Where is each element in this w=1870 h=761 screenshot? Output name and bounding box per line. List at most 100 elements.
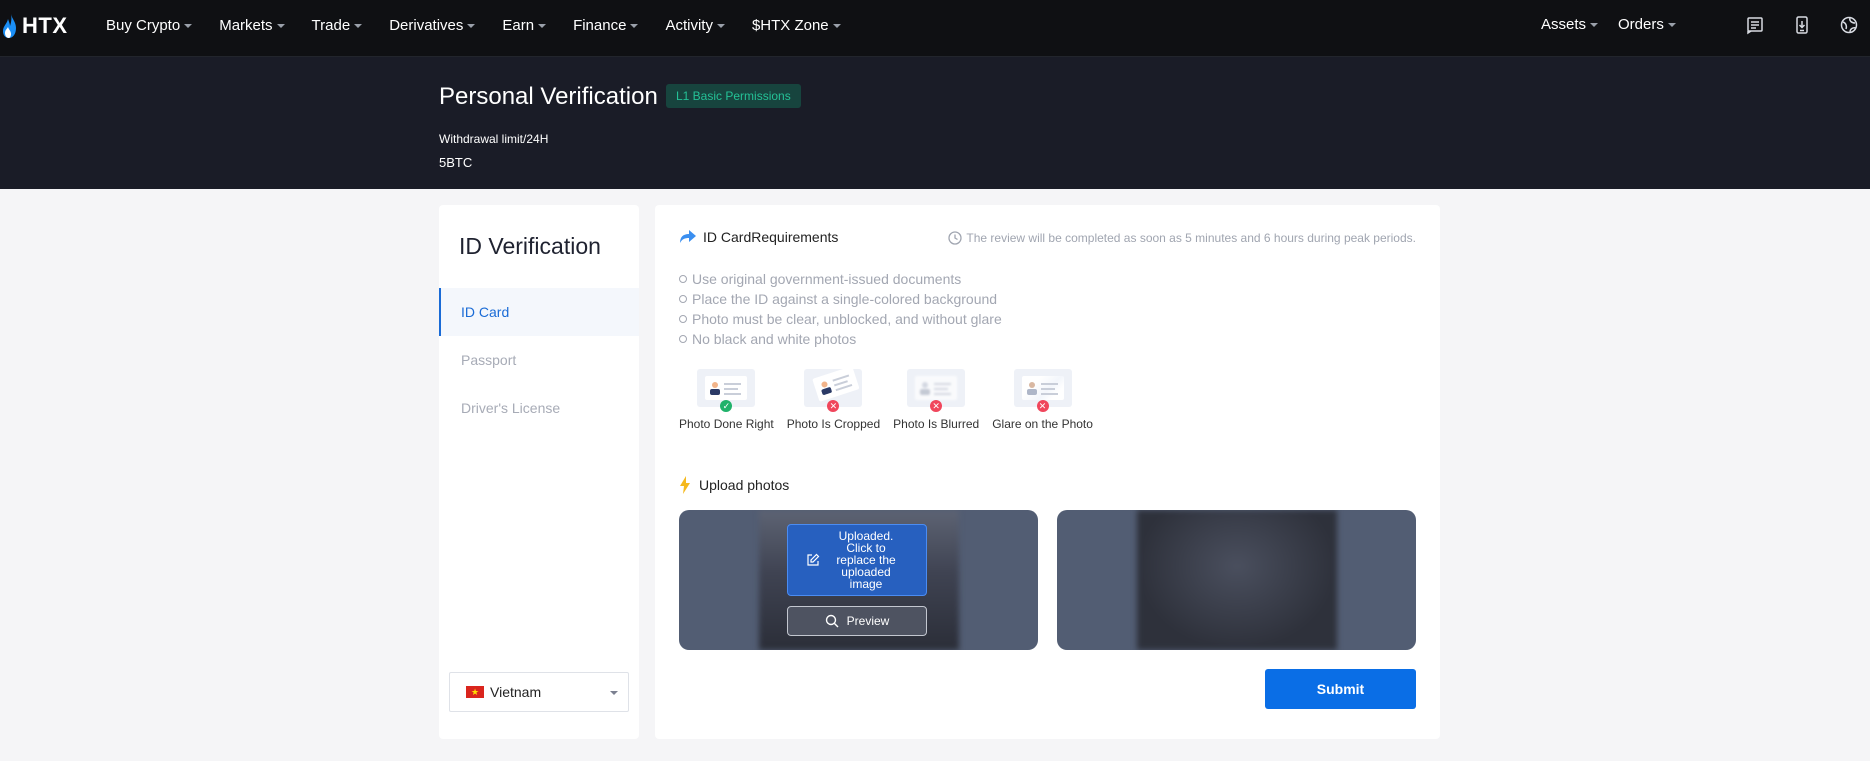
nav-buy-crypto-label: Buy Crypto (106, 16, 181, 34)
sidebar-item-label: Passport (461, 352, 517, 368)
chevron-down-icon (538, 23, 547, 28)
share-arrow-icon (680, 230, 696, 243)
language-globe-icon[interactable] (1838, 14, 1860, 36)
uploaded-image-thumbnail (1137, 510, 1337, 650)
htx-logo[interactable]: HTX (2, 12, 68, 40)
id-front-upload[interactable]: Uploaded. Click to replace the uploaded … (679, 510, 1038, 650)
nav-finance-label: Finance (573, 16, 627, 34)
list-item: Use original government-issued documents (679, 269, 1002, 289)
clock-icon (948, 231, 963, 245)
id-card-sample-image: ✕ (1013, 369, 1072, 412)
upload-title: Upload photos (699, 477, 790, 493)
edit-icon (807, 553, 820, 566)
cross-icon: ✕ (930, 400, 943, 412)
person-icon (920, 382, 931, 395)
nav-markets[interactable]: Markets (219, 16, 285, 34)
chevron-down-icon (1590, 23, 1599, 27)
nav-assets[interactable]: Assets (1541, 16, 1599, 33)
id-card-sample-image: ✕ (804, 366, 863, 412)
sidebar-item-label: ID Card (461, 304, 510, 320)
top-navigation: HTX Buy Crypto Markets Trade Derivatives… (0, 0, 1870, 57)
logo-text: HTX (22, 13, 68, 38)
sample-label: Photo Is Cropped (786, 417, 881, 431)
chevron-down-icon (184, 23, 193, 28)
list-item: Place the ID against a single-colored ba… (679, 289, 1002, 309)
nav-assets-label: Assets (1541, 16, 1587, 33)
search-icon (825, 614, 839, 628)
sample-photo-done-right: ✓ Photo Done Right (679, 369, 774, 431)
nav-trade[interactable]: Trade (312, 17, 363, 34)
country-select[interactable]: ★ Vietnam (449, 672, 629, 712)
id-back-upload[interactable] (1057, 510, 1416, 650)
chevron-down-icon (630, 23, 639, 28)
chevron-down-icon (467, 23, 476, 28)
nav-htx-zone-label: $HTX Zone (751, 16, 829, 34)
nav-derivatives-label: Derivatives (389, 16, 464, 34)
requirements-list: Use original government-issued documents… (679, 269, 1002, 349)
withdrawal-limit-label: Withdrawal limit/24H (439, 132, 549, 146)
announcement-icon[interactable] (1744, 14, 1766, 36)
nav-orders[interactable]: Orders (1618, 16, 1676, 33)
sample-photo-cropped: ✕ Photo Is Cropped (786, 366, 881, 431)
country-value: Vietnam (490, 684, 542, 700)
review-time-note: The review will be completed as soon as … (948, 231, 1416, 245)
nav-orders-label: Orders (1618, 16, 1664, 33)
download-app-icon[interactable] (1791, 14, 1813, 36)
nav-earn-label: Earn (502, 16, 535, 34)
submit-button[interactable]: Submit (1265, 669, 1416, 709)
verification-header: Personal Verification L1 Basic Permissio… (0, 57, 1870, 189)
nav-trade-label: Trade (311, 16, 351, 34)
page-title: Personal Verification (439, 83, 658, 110)
cross-icon: ✕ (827, 400, 840, 412)
upload-heading: Upload photos (679, 476, 789, 494)
vietnam-flag-icon: ★ (466, 686, 484, 698)
chevron-down-icon (610, 691, 618, 695)
chevron-down-icon (716, 23, 725, 28)
main-menu: Buy Crypto Markets Trade Derivatives Ear… (106, 0, 868, 50)
id-card-upload-panel: ID CardRequirements The review will be c… (655, 205, 1440, 739)
sample-photo-blurred: ✕ Photo Is Blurred (893, 369, 979, 431)
sidebar-item-id-card[interactable]: ID Card (439, 288, 639, 336)
check-icon: ✓ (720, 400, 733, 412)
sample-photo-glare: ✕ Glare on the Photo (992, 369, 1093, 431)
replace-image-label: Uploaded. Click to replace the uploaded … (836, 529, 896, 591)
sidebar-item-passport[interactable]: Passport (439, 336, 639, 384)
requirements-heading: ID CardRequirements (679, 229, 838, 245)
cross-icon: ✕ (1036, 400, 1049, 412)
nav-buy-crypto[interactable]: Buy Crypto (106, 16, 193, 34)
sidebar-title: ID Verification (459, 233, 601, 259)
nav-htx-zone[interactable]: $HTX Zone (752, 17, 841, 34)
sample-label: Photo Done Right (679, 417, 774, 431)
nav-finance[interactable]: Finance (573, 16, 639, 34)
person-icon (1026, 382, 1037, 395)
nav-activity[interactable]: Activity (665, 17, 725, 34)
chevron-down-icon (1667, 23, 1676, 27)
preview-label: Preview (846, 614, 890, 628)
list-item: No black and white photos (679, 329, 1002, 349)
nav-markets-label: Markets (219, 16, 273, 34)
chevron-down-icon (276, 23, 285, 28)
sample-label: Glare on the Photo (992, 417, 1093, 431)
nav-derivatives[interactable]: Derivatives (389, 16, 476, 34)
id-type-sidebar: ID Verification ID Card Passport Driver'… (439, 205, 639, 739)
nav-activity-label: Activity (665, 16, 713, 34)
chevron-down-icon (832, 23, 841, 28)
lightning-icon (680, 476, 690, 494)
list-item: Photo must be clear, unblocked, and with… (679, 309, 1002, 329)
id-card-sample-image: ✓ (697, 369, 756, 412)
requirements-title: ID CardRequirements (703, 229, 839, 245)
withdrawal-limit-value: 5BTC (439, 155, 473, 170)
person-icon (821, 381, 833, 395)
review-note-text: The review will be completed as soon as … (966, 231, 1416, 245)
sidebar-item-label: Driver's License (461, 400, 561, 416)
person-icon (710, 382, 721, 395)
sample-label: Photo Is Blurred (893, 417, 980, 431)
chevron-down-icon (354, 23, 363, 28)
sample-photos: ✓ Photo Done Right ✕ Photo Is Cropped ✕ (679, 366, 1106, 431)
sidebar-item-drivers-license[interactable]: Driver's License (439, 384, 639, 432)
replace-image-button[interactable]: Uploaded. Click to replace the uploaded … (787, 524, 927, 596)
flame-logo-icon (3, 14, 16, 38)
id-card-sample-image: ✕ (907, 369, 966, 412)
nav-earn[interactable]: Earn (502, 16, 547, 34)
preview-button[interactable]: Preview (787, 606, 927, 636)
